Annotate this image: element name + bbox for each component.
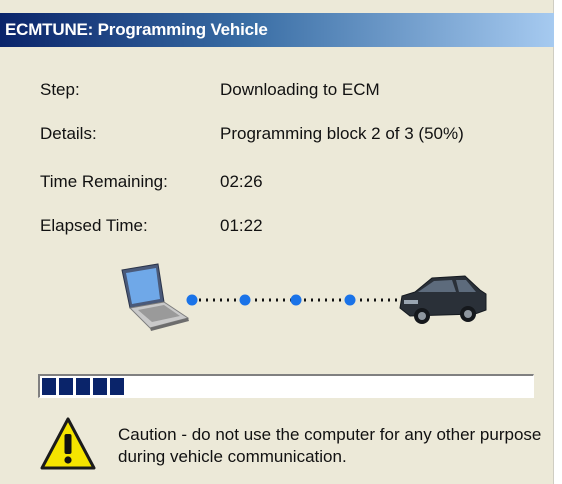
data-link-dots: [186, 294, 400, 306]
time-remaining-value: 02:26: [220, 172, 263, 191]
progress-bar: [38, 374, 534, 398]
link-dot: [239, 294, 251, 306]
link-dot: [290, 294, 302, 306]
time-remaining-label: Time Remaining:: [40, 172, 168, 191]
connection-illustration: [121, 263, 487, 331]
title-bar[interactable]: ECMTUNE: Programming Vehicle: [0, 13, 554, 47]
link-dot: [186, 294, 198, 306]
link-dot: [344, 294, 356, 306]
details-value: Programming block 2 of 3 (50%): [220, 124, 464, 143]
window-title: ECMTUNE: Programming Vehicle: [5, 20, 268, 39]
progress-fill: [42, 378, 125, 395]
elapsed-time-value: 01:22: [220, 216, 263, 235]
step-value: Downloading to ECM: [220, 80, 380, 99]
warning-icon: [40, 417, 96, 470]
caution-text: Caution - do not use the computer for an…: [118, 425, 542, 466]
elapsed-time-label: Elapsed Time:: [40, 216, 148, 235]
details-label: Details:: [40, 124, 97, 143]
car-icon: [399, 275, 487, 324]
step-label: Step:: [40, 80, 80, 99]
laptop-icon: [121, 263, 190, 331]
programming-dialog: ECMTUNE: Programming Vehicle Step: Downl…: [0, 0, 554, 484]
